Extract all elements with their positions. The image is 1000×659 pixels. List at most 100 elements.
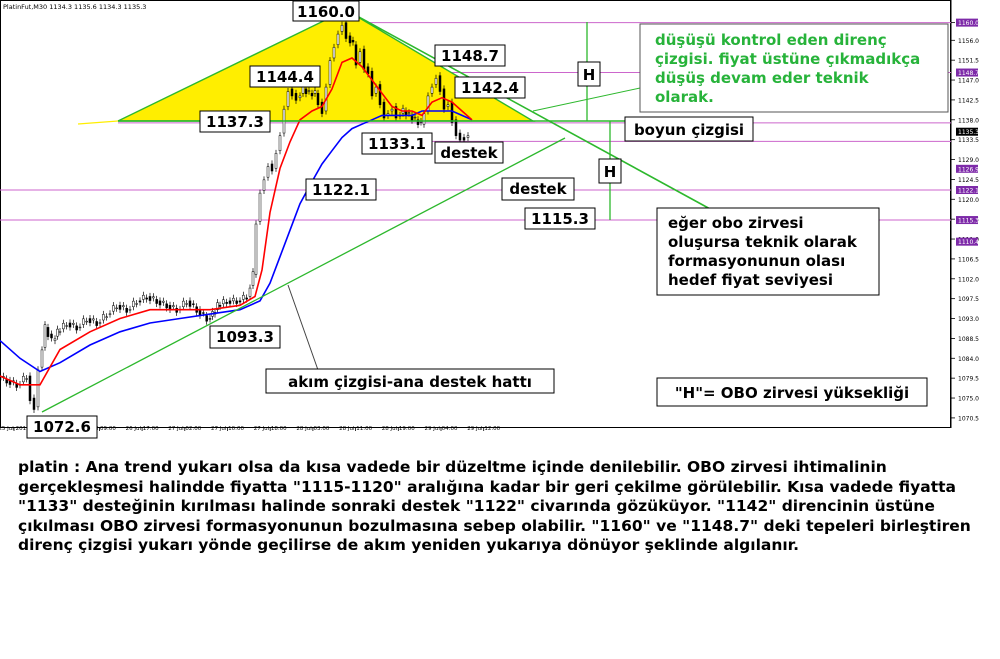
label-boyun: boyun çizgisi xyxy=(624,116,754,142)
trend-note-box: akım çizgisi-ana destek hattı xyxy=(265,368,555,394)
resistance-note-line-2: çizgisi. fiyat üstüne çıkmadıkça xyxy=(655,50,920,68)
candle-body xyxy=(185,303,188,305)
symbol-header: PlatinFut,M30 1134.3 1135.6 1134.3 1135.… xyxy=(3,3,146,11)
price-chart: PlatinFut,M30 1134.3 1135.6 1134.3 1135.… xyxy=(0,0,1000,439)
candle-body xyxy=(78,326,82,329)
candle-body xyxy=(105,316,108,318)
candle-body xyxy=(344,22,348,39)
candle-body xyxy=(374,86,378,94)
candle-body xyxy=(430,86,434,94)
candle-body xyxy=(286,91,290,107)
candle-body xyxy=(218,305,222,307)
candle-body xyxy=(62,322,65,330)
candle-body xyxy=(46,327,50,337)
candle-body xyxy=(413,116,417,119)
resistance-note-line-1: düşüşü kontrol eden direnç xyxy=(655,31,887,49)
x-tick-label: 29 Jul 12:00 xyxy=(467,426,500,432)
candle-body xyxy=(92,318,95,321)
candle-body xyxy=(270,163,274,172)
svg-text:H: H xyxy=(604,163,617,181)
candle-body xyxy=(112,305,115,312)
x-tick-label: 28 Jul 03:00 xyxy=(296,426,329,432)
y-tick-label: 1142.5 xyxy=(958,97,979,104)
candle-body xyxy=(378,84,382,106)
candle-body xyxy=(316,93,320,106)
candle-body xyxy=(50,333,53,339)
candle-body xyxy=(198,309,202,316)
candle-body xyxy=(192,303,195,305)
x-tick-label: 28 Jul 11:00 xyxy=(339,426,372,432)
candle-body xyxy=(25,378,28,380)
candle-body xyxy=(238,300,242,303)
y-tick-label: 1120.0 xyxy=(958,197,979,204)
candle-body xyxy=(205,315,208,322)
candle-body xyxy=(304,88,308,94)
svg-text:1137.3: 1137.3 xyxy=(206,113,264,131)
candle-body xyxy=(332,47,336,59)
candle-body xyxy=(466,135,470,138)
svg-text:1115.3: 1115.3 xyxy=(531,210,589,228)
svg-text:akım çizgisi-ana destek hattı: akım çizgisi-ana destek hattı xyxy=(288,373,532,391)
candle-body xyxy=(95,321,98,326)
candle-body xyxy=(118,305,122,310)
candle-body xyxy=(36,369,40,408)
svg-text:destek: destek xyxy=(440,144,498,162)
candle-body xyxy=(98,322,102,324)
y-tick-label: 1102.0 xyxy=(958,276,979,283)
y-tick-label: 1079.5 xyxy=(958,376,979,383)
y-tick-label: 1147.0 xyxy=(958,78,979,85)
label-destek-far: destek xyxy=(501,177,575,201)
candle-body xyxy=(336,33,340,45)
candle-body xyxy=(358,51,362,63)
candle-body xyxy=(162,300,165,303)
candle-body xyxy=(242,295,245,300)
candle-body xyxy=(258,192,262,222)
candle-body xyxy=(58,331,62,333)
label-1160: 1160.0 xyxy=(292,0,360,22)
price-tag-label: 1135.3 xyxy=(958,129,979,136)
svg-text:1142.4: 1142.4 xyxy=(461,79,519,97)
candle-body xyxy=(88,318,92,323)
candle-body xyxy=(202,312,205,314)
svg-text:1144.4: 1144.4 xyxy=(256,68,314,86)
price-tag-label: 1110.4 xyxy=(958,239,979,246)
label-1072-6: 1072.6 xyxy=(26,415,98,439)
label-1148-7: 1148.7 xyxy=(434,44,506,67)
svg-text:H: H xyxy=(583,66,596,84)
candle-body xyxy=(390,108,394,112)
candle-body xyxy=(75,325,78,331)
obo-target-note-box: eğer obo zirvesi oluşursa teknik olarak … xyxy=(656,207,880,296)
y-tick-label: 1088.5 xyxy=(958,336,979,343)
resistance-note-box: düşüşü kontrol eden direnç çizgisi. fiya… xyxy=(639,23,949,113)
price-tag-label: 1160.0 xyxy=(958,20,979,27)
y-tick-label: 1084.0 xyxy=(958,356,979,363)
candle-body xyxy=(328,60,332,85)
svg-text:1122.1: 1122.1 xyxy=(312,181,370,199)
label-destek-near: destek xyxy=(434,141,504,164)
chart-area: PlatinFut,M30 1134.3 1135.6 1134.3 1135.… xyxy=(0,0,1000,440)
candle-body xyxy=(122,305,125,308)
svg-text:1072.6: 1072.6 xyxy=(33,418,91,436)
x-tick-label: 27 Jul 18:00 xyxy=(254,426,287,432)
candle-body xyxy=(274,153,278,169)
candle-body xyxy=(43,324,47,348)
x-tick-label: 28 Jul 19:00 xyxy=(382,426,415,432)
candle-body xyxy=(307,90,311,92)
candle-body xyxy=(135,303,138,305)
candle-body xyxy=(188,300,192,307)
candle-body xyxy=(454,119,458,136)
candle-body xyxy=(138,300,142,303)
candle-body xyxy=(40,349,44,368)
candle-body xyxy=(155,299,158,304)
candle-body xyxy=(152,296,155,299)
candle-body xyxy=(434,78,438,85)
y-tick-label: 1097.5 xyxy=(958,296,979,303)
candle-body xyxy=(351,40,355,43)
candle-body xyxy=(294,93,298,101)
y-tick-label: 1106.5 xyxy=(958,256,979,263)
candle-body xyxy=(82,318,85,325)
candle-body xyxy=(56,328,59,337)
y-tick-label: 1124.5 xyxy=(958,177,979,184)
price-tag-label: 1126.9 xyxy=(958,166,979,173)
candle-body xyxy=(245,297,248,300)
